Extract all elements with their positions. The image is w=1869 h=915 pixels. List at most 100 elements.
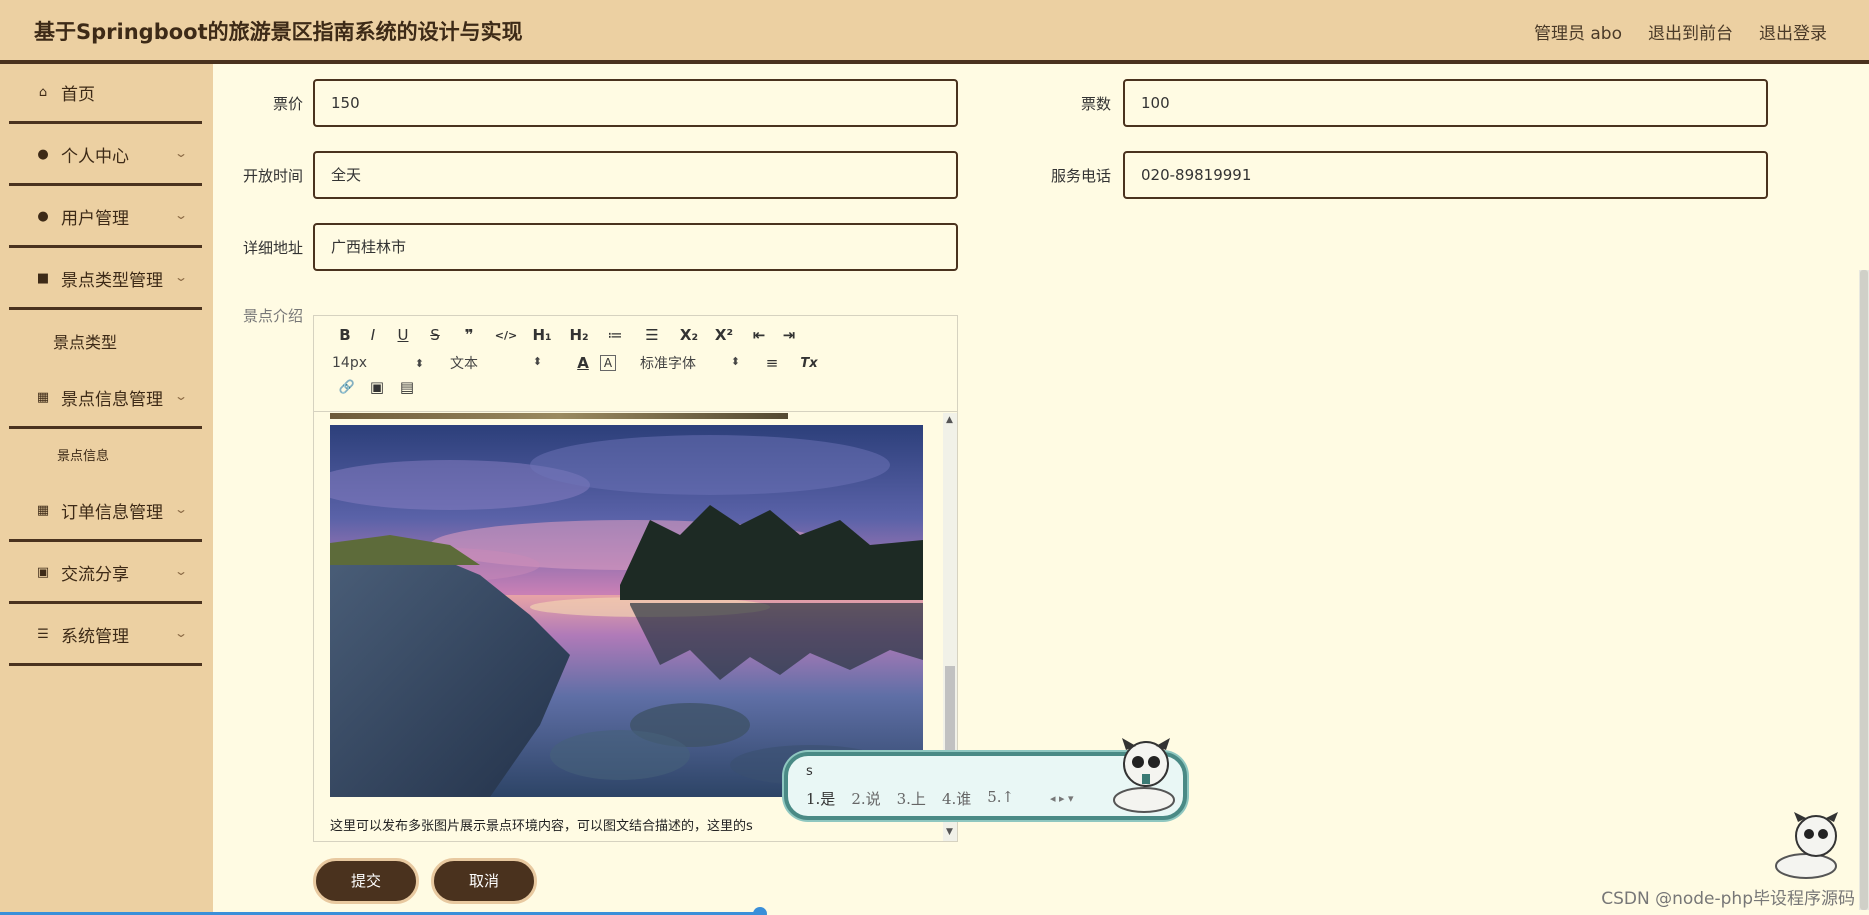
price-field[interactable]: 150 — [313, 79, 958, 127]
ime-mascot-icon — [1113, 738, 1175, 813]
phone-field[interactable]: 020-89819991 — [1123, 151, 1768, 199]
sidebar-item-label: 景点类型管理 — [61, 271, 163, 291]
text-style-select[interactable]: 文本 ⬍ — [450, 353, 542, 373]
font-family-value: 标准字体 — [640, 356, 696, 372]
indent-icon[interactable]: ⇥ — [774, 326, 804, 344]
chevron-down-icon: ⌄ — [173, 502, 189, 516]
font-size-select[interactable]: 14px ⬍ — [332, 355, 424, 371]
sidebar-item-scenic-type[interactable]: ■ 景点类型管理 ⌄ — [9, 250, 202, 310]
select-arrows-icon: ⬍ — [532, 355, 542, 368]
link-icon[interactable]: 🔗 — [332, 380, 362, 395]
ime-candidate-window: s 1.是 2.说 3.上 4.谁 5.↑ ◂ ▸ ▾ — [784, 738, 1187, 820]
ime-candidate[interactable]: 3.上 — [897, 788, 926, 809]
ime-input: s — [806, 764, 813, 779]
subscript-button[interactable]: X₂ — [674, 326, 704, 344]
home-icon: ⌂ — [38, 85, 48, 100]
open-time-label: 开放时间 — [242, 167, 303, 185]
sidebar-item-system[interactable]: ☰ 系统管理 ⌄ — [9, 606, 202, 666]
font-size-value: 14px — [332, 355, 367, 371]
font-family-select[interactable]: 标准字体 ⬍ — [640, 353, 740, 373]
page-scrollbar[interactable] — [1859, 270, 1869, 910]
address-field[interactable]: 广西桂林市 — [313, 223, 958, 271]
open-time-field[interactable]: 全天 — [313, 151, 958, 199]
clipboard-icon: ▣ — [36, 565, 50, 580]
h1-button[interactable]: H₁ — [526, 326, 558, 344]
chevron-down-icon: ⌄ — [173, 626, 189, 640]
sidebar-item-scenic-info[interactable]: ▦ 景点信息管理 ⌄ — [9, 369, 202, 429]
select-arrows-icon: ⬍ — [730, 355, 740, 368]
sidebar-subitem-scenic-type[interactable]: 景点类型 — [53, 329, 117, 353]
front-link[interactable]: 退出到前台 — [1648, 19, 1733, 44]
chevron-down-icon: ⌄ — [173, 389, 189, 403]
chevron-down-icon: ⌄ — [173, 564, 189, 578]
sidebar-item-label: 用户管理 — [61, 209, 129, 229]
sidebar-item-label: 订单信息管理 — [61, 503, 163, 523]
sidebar-item-share[interactable]: ▣ 交流分享 ⌄ — [9, 544, 202, 604]
previous-image-edge — [330, 413, 788, 419]
intro-label: 景点介绍 — [242, 307, 303, 325]
top-bar: 基于Springboot的旅游景区指南系统的设计与实现 管理员 abo 退出到前… — [0, 0, 1869, 64]
editor-toolbar: B I U S ❞ </> H₁ H₂ ≔ ☰ X₂ X² ⇤ ⇥ 14px ⬍ … — [314, 316, 957, 412]
mascot-icon — [1775, 812, 1838, 879]
superscript-button[interactable]: X² — [704, 326, 744, 344]
editor-scroll-thumb[interactable] — [945, 666, 955, 756]
sidebar-item-label: 景点信息管理 — [61, 390, 163, 410]
ordered-list-icon[interactable]: ≔ — [600, 326, 630, 344]
align-icon[interactable]: ≡ — [752, 354, 792, 372]
background-color-icon[interactable]: A — [600, 355, 616, 371]
logout-link[interactable]: 退出登录 — [1759, 19, 1827, 44]
app-title: 基于Springboot的旅游景区指南系统的设计与实现 — [34, 20, 523, 44]
chevron-down-icon: ⌄ — [173, 208, 189, 222]
ime-candidate[interactable]: 1.是 — [806, 788, 835, 809]
font-color-icon[interactable]: A — [566, 354, 600, 372]
grid-icon: ▦ — [36, 503, 50, 518]
person-icon: ● — [37, 147, 49, 162]
video-icon[interactable]: ▤ — [392, 378, 422, 396]
clear-format-icon[interactable]: Tx — [792, 356, 826, 371]
sidebar-item-label: 交流分享 — [61, 565, 129, 585]
editor-caption: 这里可以发布多张图片展示景点环境内容，可以图文结合描述的，这里的s — [330, 819, 753, 834]
grid-icon: ▦ — [36, 390, 50, 405]
bullet-list-icon[interactable]: ☰ — [630, 326, 674, 344]
text-style-value: 文本 — [450, 356, 478, 372]
sidebar-item-label: 系统管理 — [61, 627, 129, 647]
page-scroll-thumb[interactable] — [1860, 270, 1868, 910]
ime-candidate[interactable]: 5.↑ — [987, 788, 1014, 809]
scenic-photo — [330, 425, 923, 797]
count-field[interactable]: 100 — [1123, 79, 1768, 127]
sidebar-item-home[interactable]: ⌂ 首页 — [9, 64, 202, 124]
italic-button[interactable]: I — [358, 326, 388, 344]
count-label: 票数 — [1080, 95, 1111, 113]
wallet-icon: ■ — [36, 271, 50, 286]
address-label: 详细地址 — [242, 239, 303, 257]
chevron-down-icon: ⌄ — [173, 146, 189, 160]
underline-button[interactable]: U — [388, 326, 418, 344]
code-icon[interactable]: </> — [486, 329, 526, 342]
sidebar: ⌂ 首页 ● 个人中心 ⌄ ● 用户管理 ⌄ ■ 景点类型管理 ⌄ 景点类型 ▦… — [0, 64, 213, 915]
sidebar-item-personal[interactable]: ● 个人中心 ⌄ — [9, 126, 202, 186]
sidebar-item-users[interactable]: ● 用户管理 ⌄ — [9, 188, 202, 248]
price-label: 票价 — [272, 95, 303, 113]
outdent-icon[interactable]: ⇤ — [744, 326, 774, 344]
ime-candidate[interactable]: 4.谁 — [942, 788, 971, 809]
sidebar-item-label: 个人中心 — [61, 147, 129, 167]
phone-label: 服务电话 — [1050, 167, 1111, 185]
top-links: 管理员 abo 退出到前台 退出登录 — [1534, 19, 1827, 44]
ime-candidate[interactable]: 2.说 — [851, 788, 880, 809]
sidebar-subitem-scenic-info[interactable]: 景点信息 — [57, 445, 109, 464]
admin-label: 管理员 abo — [1533, 24, 1622, 44]
ime-page-arrows-icon[interactable]: ◂ ▸ ▾ — [1050, 792, 1074, 805]
chevron-down-icon: ⌄ — [173, 270, 189, 284]
sidebar-item-orders[interactable]: ▦ 订单信息管理 ⌄ — [9, 482, 202, 542]
cancel-button[interactable]: 取消 — [431, 858, 537, 904]
scroll-down-icon[interactable]: ▼ — [946, 827, 953, 837]
quote-icon[interactable]: ❞ — [452, 326, 486, 344]
ime-candidates: 1.是 2.说 3.上 4.谁 5.↑ — [806, 788, 1014, 809]
strike-button[interactable]: S — [418, 326, 452, 344]
h2-button[interactable]: H₂ — [558, 326, 600, 344]
scroll-up-icon[interactable]: ▲ — [946, 415, 953, 425]
progress-handle[interactable] — [753, 907, 767, 915]
bold-button[interactable]: B — [332, 326, 358, 344]
image-icon[interactable]: ▣ — [362, 378, 392, 396]
submit-button[interactable]: 提交 — [313, 858, 419, 904]
